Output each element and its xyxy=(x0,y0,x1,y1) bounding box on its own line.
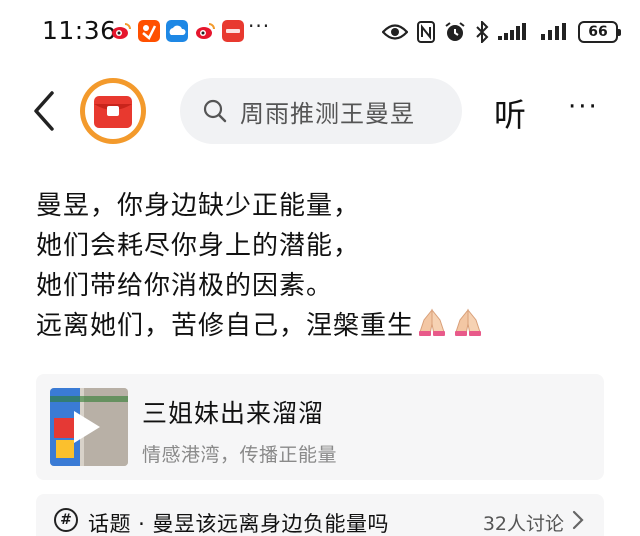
chevron-left-icon xyxy=(34,91,54,131)
play-icon xyxy=(74,411,100,443)
topic-row[interactable]: # 话题 · 曼昱该远离身边负能量吗 32人讨论 xyxy=(36,494,604,536)
avatar[interactable] xyxy=(80,78,146,144)
status-bar: 11:36 ··· 66 xyxy=(0,0,640,68)
pray-emoji-icon xyxy=(450,306,486,350)
post-line-text: 远离她们，苦修自己，涅槃重生 xyxy=(36,311,415,341)
app-badge-icon xyxy=(222,20,244,42)
post-line: 她们会耗尽你身上的潜能， xyxy=(36,231,361,261)
pray-emoji-icon xyxy=(414,306,450,350)
topic-label: 话题 · 曼昱该远离身边负能量吗 xyxy=(88,512,390,536)
post-line: 她们带给你消极的因素。 xyxy=(36,271,334,301)
status-time: 11:36 xyxy=(42,16,117,45)
weibo-icon xyxy=(194,20,216,42)
video-title: 三姐妹出来溜溜 xyxy=(142,399,325,428)
chevron-right-icon xyxy=(572,510,584,530)
post-line-last: 远离她们，苦修自己，涅槃重生 xyxy=(36,306,616,346)
video-thumbnail[interactable] xyxy=(50,388,128,466)
video-card[interactable]: 三姐妹出来溜溜 情感港湾，传播正能量 xyxy=(36,374,604,480)
signal-icon xyxy=(541,22,569,42)
post-line: 曼昱，你身边缺少正能量， xyxy=(36,191,361,221)
red-packet-icon xyxy=(94,96,132,128)
bluetooth-icon xyxy=(475,21,489,43)
signal-icon xyxy=(498,22,532,42)
back-button[interactable] xyxy=(26,88,66,134)
cloud-icon xyxy=(166,20,188,42)
weibo-icon xyxy=(110,20,132,42)
more-menu-button[interactable]: ··· xyxy=(568,92,599,122)
status-more-indicator: ··· xyxy=(248,14,271,38)
video-subtitle: 情感港湾，传播正能量 xyxy=(142,444,338,466)
hashtag-icon: # xyxy=(54,508,78,532)
search-icon xyxy=(203,99,227,123)
post-body: 曼昱，你身边缺少正能量， 她们会耗尽你身上的潜能， 她们带给你消极的因素。 远离… xyxy=(36,186,616,346)
topic-discussion-count: 32人讨论 xyxy=(482,513,564,535)
battery-icon: 66 xyxy=(578,21,621,43)
nfc-icon xyxy=(417,21,435,43)
eye-icon xyxy=(382,23,408,41)
taobao-icon xyxy=(138,20,160,42)
system-icons: 66 xyxy=(382,18,621,46)
search-query: 周雨推测王曼昱 xyxy=(240,99,415,128)
search-input[interactable]: 周雨推测王曼昱 xyxy=(180,78,462,144)
listen-button[interactable]: 听 xyxy=(494,90,526,136)
alarm-icon xyxy=(444,21,466,43)
